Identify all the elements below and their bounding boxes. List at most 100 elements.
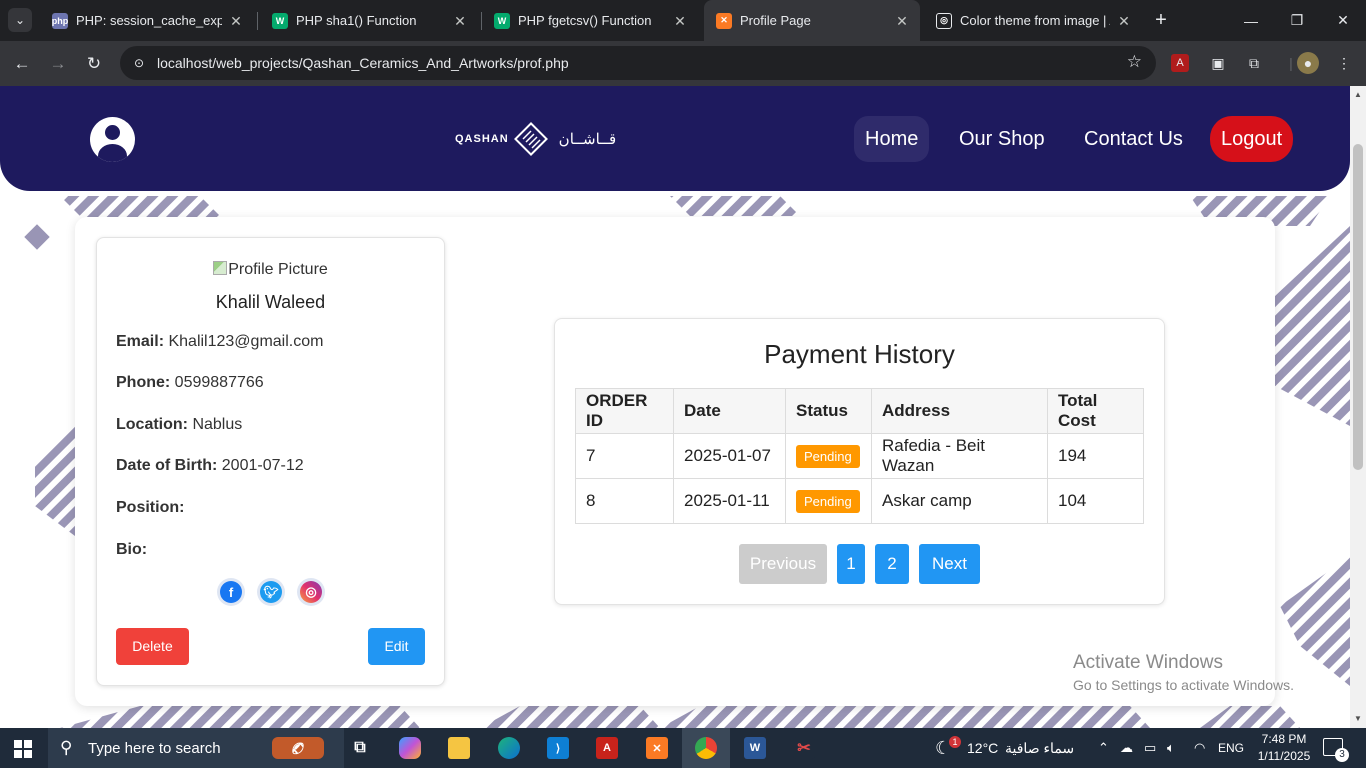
volume-icon[interactable]: 🔈︎: [1167, 728, 1175, 768]
tab-title: Profile Page: [740, 13, 811, 28]
scroll-down-arrow[interactable]: ▼: [1350, 712, 1366, 726]
chevron-up-icon[interactable]: ⌃: [1098, 728, 1109, 768]
reload-icon[interactable]: ↻: [81, 51, 107, 77]
onedrive-cloud-icon[interactable]: ☁: [1120, 728, 1133, 768]
edge-browser-icon[interactable]: [492, 732, 526, 764]
email-label: Email:: [116, 333, 165, 350]
restore-button[interactable]: ❐: [1274, 0, 1320, 41]
pagination-page-2[interactable]: 2: [875, 544, 909, 584]
windows-start-icon[interactable]: [14, 740, 32, 758]
payment-history-title: Payment History: [764, 339, 955, 369]
scrollbar-thumb[interactable]: [1353, 144, 1363, 470]
delete-button[interactable]: Delete: [116, 628, 189, 665]
weather-temp[interactable]: 12°C: [967, 728, 998, 768]
profile-picture-alt: Profile Picture: [228, 261, 328, 278]
search-placeholder: Type here to search: [88, 740, 221, 757]
cell-order-id: 8: [575, 478, 674, 524]
php-icon: php: [52, 12, 68, 29]
nav-home[interactable]: Home: [854, 116, 930, 162]
extensions-puzzle-icon[interactable]: ⧉: [1243, 52, 1265, 74]
scroll-up-arrow[interactable]: ▲: [1350, 88, 1366, 102]
menu-kebab-icon[interactable]: ⋮: [1333, 52, 1355, 74]
qashan-logo[interactable]: QASHAN قــاشــان: [455, 120, 616, 158]
url-text[interactable]: localhost/web_projects/Qashan_Ceramics_A…: [157, 55, 569, 71]
pdf-extension-icon[interactable]: A: [1171, 54, 1189, 72]
page-scrollbar[interactable]: ▲ ▼: [1350, 86, 1366, 728]
forward-icon[interactable]: →: [45, 51, 71, 77]
vscode-icon[interactable]: ⟩: [541, 732, 575, 764]
edit-button[interactable]: Edit: [368, 628, 425, 665]
xampp-icon[interactable]: ✕: [640, 732, 674, 764]
tab-search-button[interactable]: ⌄: [8, 8, 32, 32]
weather-description[interactable]: سماء صافية: [1005, 728, 1074, 768]
pagination-next-button[interactable]: Next: [919, 544, 980, 584]
logo-text-en: QASHAN: [455, 133, 509, 145]
notification-count: 3: [1335, 748, 1349, 762]
close-icon[interactable]: ✕: [894, 13, 910, 29]
tab-title: PHP: session_cache_expire -: [76, 13, 222, 28]
new-tab-button[interactable]: +: [1150, 9, 1172, 31]
acrobat-icon[interactable]: A: [590, 732, 624, 764]
task-view-icon[interactable]: ⧉: [343, 732, 377, 764]
bookmark-star-icon[interactable]: ☆: [1127, 52, 1142, 72]
close-window-button[interactable]: ✕: [1320, 0, 1366, 41]
location-label: Location:: [116, 416, 188, 433]
position-row: Position:: [116, 499, 184, 517]
wifi-icon[interactable]: ◠: [1194, 728, 1205, 768]
cell-date: 2025-01-07: [673, 433, 786, 479]
user-icon[interactable]: [90, 117, 135, 162]
instagram-icon[interactable]: ◎: [297, 578, 325, 606]
watermark-subtitle: Go to Settings to activate Windows.: [1073, 677, 1294, 693]
close-icon[interactable]: ✕: [1116, 13, 1132, 29]
adobe-color-icon: ◎: [936, 12, 952, 29]
logo-diamond-icon: [513, 122, 548, 156]
nav-contact-us[interactable]: Contact Us: [1073, 116, 1194, 162]
snipping-tool-icon[interactable]: ✂: [787, 732, 821, 764]
copilot-icon[interactable]: [393, 732, 427, 764]
battery-icon[interactable]: ▭: [1144, 728, 1156, 768]
site-header: QASHAN قــاشــان Home Our Shop Contact U…: [0, 86, 1350, 191]
tab-color-theme[interactable]: ◎ Color theme from image | Ac ✕: [924, 0, 1142, 41]
tab-title: Color theme from image | Ac: [960, 13, 1110, 28]
profile-avatar-icon[interactable]: ●: [1297, 52, 1319, 74]
back-icon[interactable]: ←: [9, 51, 35, 77]
dob-row: Date of Birth: 2001-07-12: [116, 457, 304, 475]
tab-php-session[interactable]: php PHP: session_cache_expire - ✕: [40, 0, 254, 41]
phone-value: 0599887766: [174, 374, 264, 391]
file-explorer-icon[interactable]: [442, 732, 476, 764]
status-badge: Pending: [796, 489, 860, 513]
status-badge: Pending: [796, 444, 860, 468]
cell-address: Askar camp: [871, 478, 1048, 524]
windows-taskbar: ⚲ Type here to search 🏈︎ ⧉ ⟩ A ✕ W ✂ ☾ 1…: [0, 728, 1366, 768]
news-widget-icon[interactable]: 🏈︎: [268, 732, 328, 764]
col-date: Date: [673, 388, 786, 434]
address-bar[interactable]: ⊙ localhost/web_projects/Qashan_Ceramics…: [120, 46, 1156, 80]
dob-label: Date of Birth:: [116, 457, 218, 474]
pagination-previous-button[interactable]: Previous: [739, 544, 827, 584]
facebook-icon[interactable]: f: [217, 578, 245, 606]
notification-center-icon[interactable]: 3: [1323, 738, 1349, 762]
cell-address: Rafedia - Beit Wazan: [871, 433, 1048, 479]
browser-tab-strip: ⌄ php PHP: session_cache_expire - ✕ W PH…: [0, 0, 1366, 41]
language-indicator[interactable]: ENG: [1218, 728, 1244, 768]
weather-icon[interactable]: ☾: [935, 728, 951, 768]
pagination-page-1[interactable]: 1: [837, 544, 865, 584]
logout-button[interactable]: Logout: [1210, 116, 1294, 162]
close-icon[interactable]: ✕: [452, 13, 468, 29]
close-icon[interactable]: ✕: [672, 13, 688, 29]
tab-capture-icon[interactable]: ▣: [1207, 52, 1229, 74]
tab-php-fgetcsv[interactable]: W PHP fgetcsv() Function ✕: [482, 0, 698, 41]
payment-table: ORDER ID Date Status Address Total Cost …: [575, 388, 1144, 524]
profile-name: Khalil Waleed: [215, 292, 326, 312]
word-icon[interactable]: W: [738, 732, 772, 764]
minimize-button[interactable]: —: [1228, 0, 1274, 41]
close-icon[interactable]: ✕: [228, 13, 244, 29]
tab-profile-page[interactable]: ✕ Profile Page ✕: [704, 0, 920, 41]
twitter-icon[interactable]: 🐦︎: [257, 578, 285, 606]
tab-php-sha1[interactable]: W PHP sha1() Function ✕: [260, 0, 478, 41]
site-info-icon[interactable]: ⊙: [130, 54, 148, 72]
chrome-icon[interactable]: [689, 732, 723, 764]
nav-our-shop[interactable]: Our Shop: [948, 116, 1056, 162]
broken-image-icon: [213, 261, 228, 275]
system-clock[interactable]: 7:48 PM 1/11/2025: [1254, 731, 1314, 765]
